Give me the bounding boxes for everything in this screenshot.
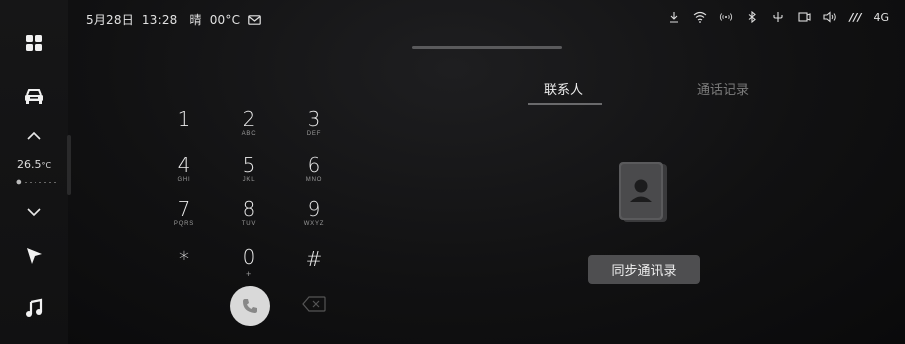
- navigation-button[interactable]: [0, 244, 68, 268]
- dial-key-number: 3: [307, 107, 321, 131]
- dial-key-letters: TUV: [241, 221, 257, 227]
- dial-key-letters: ABC: [241, 131, 257, 137]
- dial-key-number: 2: [242, 107, 256, 131]
- outside-temperature: 00°C: [209, 12, 241, 27]
- dial-key-number: 8: [242, 197, 256, 221]
- dial-key-5[interactable]: 5 JKL: [222, 154, 276, 194]
- chevron-down-icon: [27, 208, 41, 217]
- time: 13:28: [141, 12, 178, 27]
- dial-key-7[interactable]: 7 PQRS: [157, 198, 211, 238]
- status-bar: 5月28日 13:28 晴 00°C /// 4G: [0, 0, 905, 34]
- dial-key-number: #: [305, 247, 323, 271]
- mail-icon: [248, 14, 261, 25]
- screen-mirror-icon: [797, 10, 811, 24]
- dial-key-number: 5: [242, 153, 256, 177]
- dial-key-number: 4: [177, 153, 191, 177]
- dial-key-letters: GHI: [177, 177, 191, 183]
- signal-bars: ///: [849, 10, 862, 24]
- vehicle-button[interactable]: [0, 84, 68, 108]
- backspace-icon: [302, 296, 326, 312]
- dial-key-hash[interactable]: #: [287, 248, 341, 288]
- delete-button[interactable]: [302, 296, 326, 312]
- hotspot-icon: [719, 10, 733, 24]
- contact-book-icon: [617, 160, 671, 226]
- sync-contacts-button[interactable]: 同步通讯录: [588, 255, 700, 284]
- dial-key-number: 9: [307, 197, 321, 221]
- fan-level-indicator: [16, 179, 57, 185]
- dial-key-letters: PQRS: [173, 221, 195, 227]
- dial-key-0[interactable]: 0 +: [222, 246, 276, 286]
- cabin-temperature: 26.5°C: [0, 158, 68, 171]
- dial-key-1[interactable]: 1: [157, 108, 211, 148]
- dial-key-4[interactable]: 4 GHI: [157, 154, 211, 194]
- dial-key-letters: +: [245, 269, 253, 279]
- dial-key-number: 7: [177, 197, 191, 221]
- tab-contacts[interactable]: 联系人: [544, 79, 583, 98]
- dial-key-number: 6: [307, 153, 321, 177]
- dial-key-6[interactable]: 6 MNO: [287, 154, 341, 194]
- chevron-up-icon: [27, 131, 41, 140]
- network-type: 4G: [873, 10, 889, 24]
- apps-grid-icon: [26, 35, 42, 51]
- status-left: 5月28日 13:28 晴 00°C: [86, 11, 261, 28]
- dial-key-number: 1: [177, 107, 191, 131]
- bluetooth-icon: [745, 10, 759, 24]
- dial-key-letters: JKL: [242, 177, 256, 183]
- dial-key-8[interactable]: 8 TUV: [222, 198, 276, 238]
- dial-key-letters: DEF: [306, 131, 322, 137]
- music-button[interactable]: [0, 296, 68, 320]
- date: 5月28日: [86, 13, 134, 27]
- temp-down-button[interactable]: [0, 204, 68, 220]
- left-rail: 26.5°C: [0, 0, 68, 344]
- wifi-icon: [693, 10, 707, 24]
- pull-down-handle[interactable]: [412, 46, 562, 49]
- fan-icon: [16, 179, 22, 185]
- dial-key-star[interactable]: *: [157, 248, 211, 288]
- call-button[interactable]: [230, 286, 270, 326]
- temperature-unit: °C: [41, 161, 52, 170]
- usb-icon: [771, 10, 785, 24]
- car-icon: [25, 89, 43, 104]
- dial-key-9[interactable]: 9 WXYZ: [287, 198, 341, 238]
- temperature-value: 26.5: [16, 158, 42, 171]
- tab-call-log[interactable]: 通话记录: [697, 79, 749, 98]
- temp-up-button[interactable]: [0, 128, 68, 144]
- status-right: /// 4G: [667, 10, 889, 24]
- phone-icon: [243, 299, 257, 313]
- rail-edge-handle[interactable]: [67, 135, 71, 195]
- music-note-icon: [26, 298, 43, 317]
- dial-key-number: *: [179, 247, 189, 271]
- volume-icon: [823, 10, 837, 24]
- dial-key-letters: WXYZ: [303, 221, 325, 227]
- dial-key-3[interactable]: 3 DEF: [287, 108, 341, 148]
- dial-key-letters: MNO: [305, 177, 323, 183]
- weather: 晴: [189, 13, 202, 27]
- dial-key-2[interactable]: 2 ABC: [222, 108, 276, 148]
- phone-app-screen: 26.5°C 5月28日 1 3:28 晴 00°C /// 4G 1 2 ABC…: [0, 0, 905, 344]
- navigation-arrow-icon: [27, 248, 42, 264]
- dial-key-number: 0: [242, 245, 256, 269]
- download-icon: [667, 10, 681, 24]
- active-tab-indicator: [528, 103, 602, 105]
